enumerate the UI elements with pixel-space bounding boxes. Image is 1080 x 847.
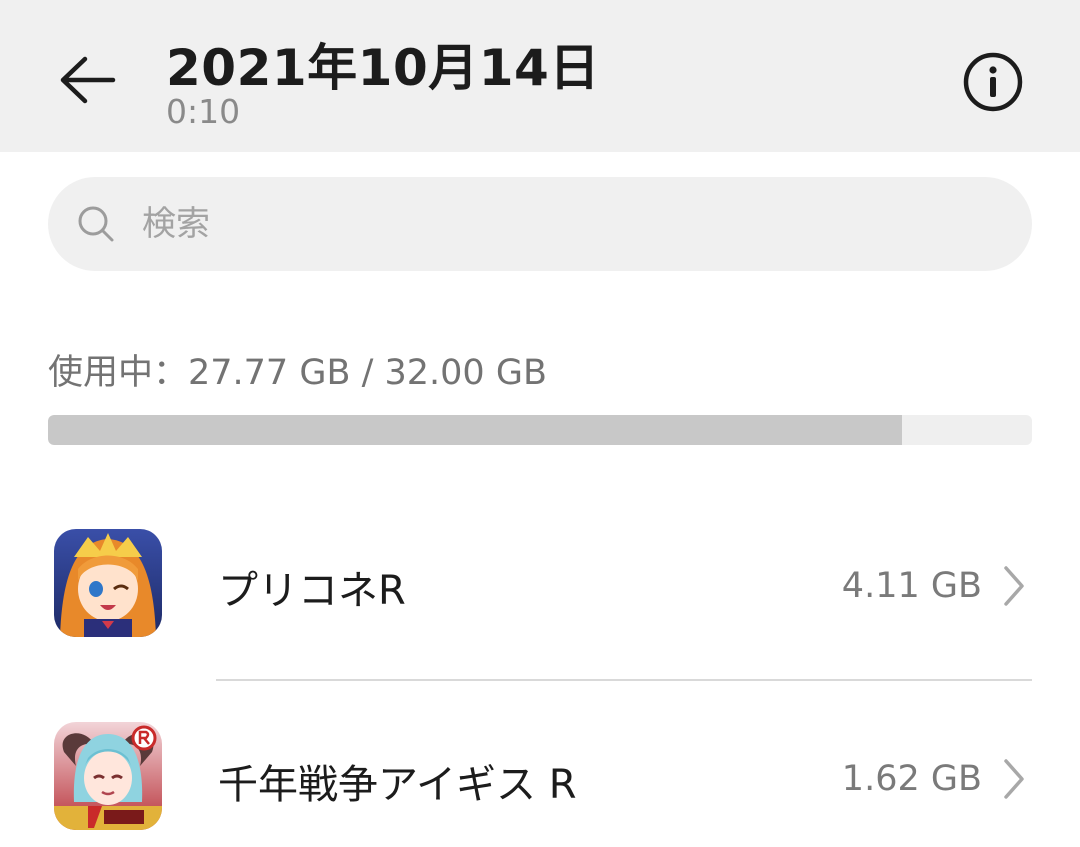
- app-list-item[interactable]: 千年戦争アイギス R 1.62 GB: [0, 697, 1080, 847]
- app-size: 4.11 GB: [841, 566, 982, 606]
- info-button[interactable]: [960, 49, 1026, 115]
- app-name: 千年戦争アイギス R: [218, 762, 577, 808]
- storage-usage-bar: [48, 415, 1032, 445]
- back-button[interactable]: [52, 50, 122, 110]
- arrow-left-icon: [60, 56, 116, 104]
- chevron-right-icon: [1004, 566, 1024, 606]
- aigis-app-icon: [54, 722, 162, 830]
- top-app-bar: 2021年10月14日 0:10: [0, 0, 1080, 152]
- page-subtitle-time: 0:10: [166, 92, 241, 131]
- search-icon: [76, 204, 116, 244]
- storage-usage-text: 使用中：27.77 GB / 32.00 GB: [48, 353, 547, 393]
- search-bar[interactable]: [48, 177, 1032, 271]
- search-input[interactable]: [140, 203, 964, 245]
- chevron-right-icon: [1004, 759, 1024, 799]
- info-circle-icon: [963, 52, 1023, 112]
- storage-usage-bar-fill: [48, 415, 903, 445]
- app-size: 1.62 GB: [841, 759, 982, 799]
- app-list-item[interactable]: プリコネR 4.11 GB: [0, 512, 1080, 662]
- page-title: 2021年10月14日: [166, 39, 600, 97]
- priconne-app-icon: [54, 529, 162, 637]
- list-divider: [216, 679, 1032, 681]
- app-name: プリコネR: [218, 568, 406, 614]
